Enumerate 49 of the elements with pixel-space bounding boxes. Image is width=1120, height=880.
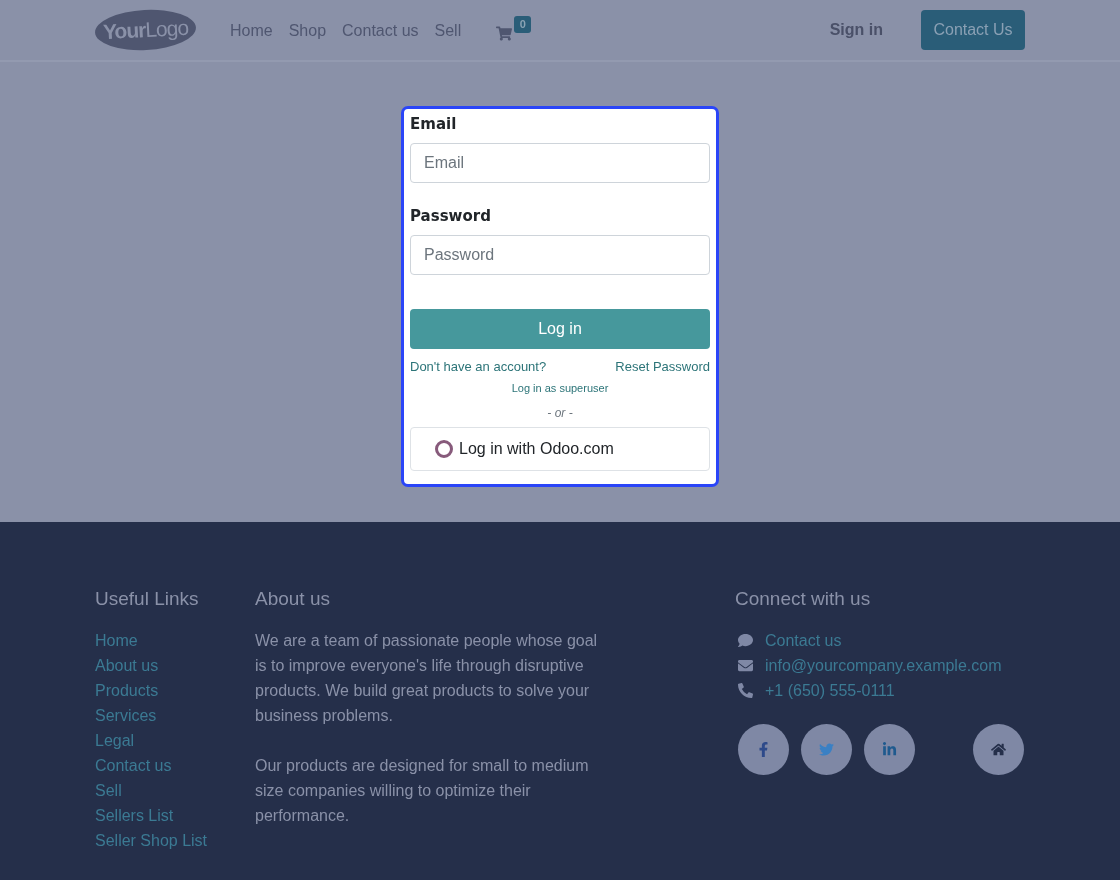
field-label: Email [410,114,458,135]
twitter-icon [819,742,834,757]
reset-password-link[interactable]: Reset Password [615,359,710,375]
footer-link[interactable]: Seller Shop List [95,828,208,853]
footer-link[interactable]: Services [95,703,157,728]
email-field[interactable]: Email [410,143,710,183]
linkedin-button[interactable] [864,724,915,775]
facebook-button[interactable] [738,724,789,775]
nav-link[interactable]: Shop [288,18,327,43]
footer-link[interactable]: Sell [95,778,122,803]
footer-link[interactable]: About us [95,653,159,678]
ring-icon [435,440,453,458]
footer-link[interactable]: Home [95,628,138,653]
twitter-button[interactable] [801,724,852,775]
phone-icon [737,683,754,698]
log-in-button[interactable]: Log in [410,309,710,349]
or-separator: - or - [547,406,573,420]
cart-count-badge: 0 [514,16,532,33]
home-button[interactable] [973,724,1024,775]
contact-us-button[interactable]: Contact Us [921,10,1025,50]
footer-link[interactable]: Sellers List [95,803,174,828]
footer-heading: About us [255,587,330,611]
footer-link[interactable]: Products [95,678,159,703]
footer-heading: Useful Links [95,587,199,611]
home-icon [991,742,1006,757]
odoo-login-button[interactable]: Log in with Odoo.com [410,427,710,471]
field-label: Password [410,206,492,227]
password-field[interactable]: Password [410,235,710,275]
footer-heading: Connect with us [735,587,871,611]
contact-link[interactable]: Contact us [765,628,842,653]
about-paragraph: Our products are designed for small to medium size companies willing to optimize their performance. [255,756,590,826]
about-paragraph: We are a team of passionate people whose goal is to improve everyone's life through disruptive products. We build great products to solve your business problems. [255,631,599,726]
sign-up-link[interactable]: Don't have an account? [410,359,547,375]
cart-icon [496,26,513,41]
contact-link[interactable]: info@yourcompany.example.com [765,653,1002,678]
linkedin-icon [882,742,897,757]
contact-link[interactable]: +1 (650) 555-0111 [765,678,895,703]
speech-bubble-icon [737,633,754,648]
envelope-icon [737,658,754,673]
nav-link[interactable]: Sell [434,18,462,43]
cart-button[interactable]: 0 [496,15,533,45]
nav-link[interactable]: Contact us [342,18,419,43]
footer-link[interactable]: Legal [95,728,135,753]
facebook-icon [756,742,771,757]
nav-link[interactable]: Home [230,18,273,43]
superuser-login-link[interactable]: Log in as superuser [511,381,609,395]
logo[interactable]: YourLogo [94,7,197,53]
sign-in-link[interactable]: Sign in [829,18,883,42]
footer-link[interactable]: Contact us [95,753,172,778]
